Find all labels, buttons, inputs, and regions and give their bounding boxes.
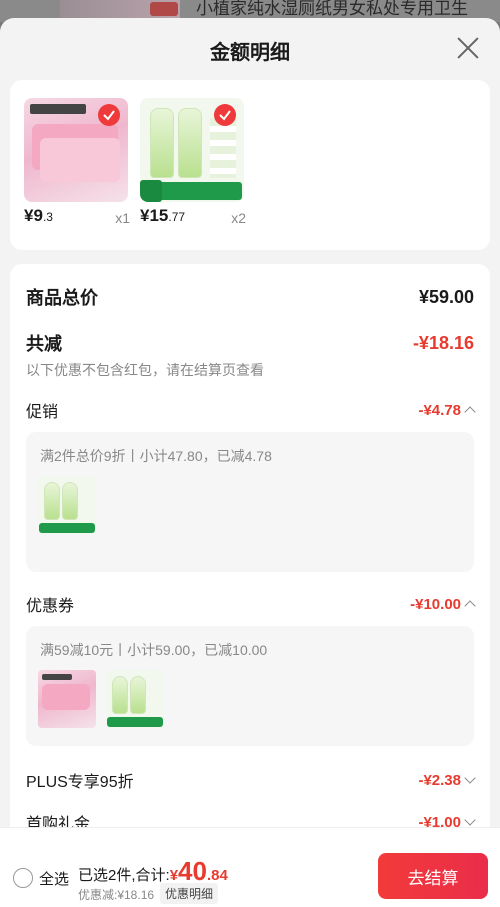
product-quantity: x1: [115, 210, 130, 226]
wipes-pack-shape: [40, 138, 120, 182]
product-banner-shape: [107, 717, 163, 727]
coupon-label: 优惠券: [26, 598, 75, 615]
price-integer: 15: [149, 206, 169, 225]
brand-logo-icon: [42, 674, 72, 680]
selected-check-icon: [98, 104, 120, 126]
product-image-axe: [140, 98, 244, 202]
sheet-title: 金额明细: [210, 42, 290, 64]
reduce-row: 共减 -¥18.16: [26, 330, 474, 356]
plus-row[interactable]: PLUS专享95折 -¥2.38: [26, 768, 476, 792]
promo-label: 促销: [26, 404, 59, 421]
price-decimal: .77: [168, 210, 186, 224]
product-banner-shape: [39, 523, 95, 533]
checkout-button[interactable]: 去结算: [378, 853, 488, 899]
plus-label: PLUS专享95折: [26, 774, 134, 791]
background-product-title: 小植家纯水湿厕纸男女私处专用卫生: [196, 0, 468, 18]
bottle-shape: [44, 482, 60, 520]
coupon-detail-box: 满59减10元丨小计59.00，已减10.00: [26, 626, 474, 746]
chevron-down-icon: [464, 772, 476, 784]
sheet-header: 金额明细: [0, 18, 500, 80]
feature-list-shape: [210, 118, 236, 178]
select-all-radio[interactable]: [13, 868, 33, 888]
total-currency: ¥: [169, 867, 179, 884]
checkout-bar: 全选 已选2件,合计: ¥ 40 .84 优惠减:¥18.16 优惠明细 去结算: [0, 827, 500, 907]
total-value: ¥59.00: [418, 286, 474, 307]
promo-detail-box: 满2件总价9折丨小计47.80，已减4.78: [26, 432, 474, 572]
select-all-label[interactable]: 全选: [39, 868, 69, 889]
total-decimal: .84: [206, 867, 228, 884]
coupon-product-thumb-wipes: [38, 670, 96, 728]
product-price: ¥15.77: [140, 206, 185, 226]
amount-detail-sheet: 金额明细 ¥9.3 x1 ¥15.77 x2 商品总价 ¥59.00 共减 -¥…: [0, 18, 500, 907]
product-item-wipes[interactable]: ¥9.3 x1: [24, 98, 130, 228]
discount-detail-toggle[interactable]: 优惠明细: [160, 883, 219, 904]
products-card: ¥9.3 x1 ¥15.77 x2: [10, 80, 490, 250]
chevron-down-icon: [464, 814, 476, 826]
genuine-badge-icon: [140, 180, 162, 202]
brand-logo-icon: [30, 104, 86, 114]
selected-count-text: 已选2件,合计:: [78, 867, 170, 884]
product-quantity: x2: [231, 210, 246, 226]
background-tag: [150, 2, 178, 16]
price-decimal: .3: [42, 210, 53, 224]
bottle-shape: [62, 482, 78, 520]
coupon-value: -¥10.00: [410, 595, 461, 613]
bottle-shape: [112, 676, 128, 714]
product-price: ¥9.3: [24, 206, 53, 226]
bottle-shape: [178, 108, 202, 178]
plus-value: -¥2.38: [418, 771, 461, 789]
coupon-row[interactable]: 优惠券 -¥10.00: [26, 592, 476, 616]
price-integer: 9: [33, 206, 43, 225]
chevron-up-icon: [464, 406, 476, 418]
selected-check-icon: [214, 104, 236, 126]
total-row: 商品总价 ¥59.00: [26, 284, 474, 310]
coupon-value-wrap: -¥10.00: [410, 595, 476, 613]
saved-amount: 优惠减:¥18.16: [78, 888, 155, 902]
bottle-shape: [150, 108, 174, 178]
promo-value-wrap: -¥4.78: [418, 401, 476, 419]
price-detail-card: 商品总价 ¥59.00 共减 -¥18.16 以下优惠不包含红包，请在结算页查看…: [10, 264, 490, 844]
promo-row[interactable]: 促销 -¥4.78: [26, 398, 476, 422]
reduce-value: -¥18.16: [412, 332, 474, 353]
product-image-wipes: [24, 98, 128, 202]
coupon-detail-text: 满59减10元丨小计59.00，已减10.00: [40, 642, 268, 658]
promo-product-thumb: [38, 476, 96, 534]
close-icon[interactable]: [456, 36, 480, 60]
promo-value: -¥4.78: [418, 401, 461, 419]
product-item-axe[interactable]: ¥15.77 x2: [140, 98, 246, 228]
total-label: 商品总价: [26, 288, 98, 308]
wipes-pack-shape: [42, 684, 90, 710]
coupon-product-thumb-axe: [106, 670, 164, 728]
chevron-up-icon: [464, 600, 476, 612]
plus-value-wrap: -¥2.38: [418, 771, 476, 789]
bottle-shape: [130, 676, 146, 714]
discount-note: 以下优惠不包含红包，请在结算页查看: [26, 362, 264, 378]
reduce-label: 共减: [26, 334, 62, 354]
promo-detail-text: 满2件总价9折丨小计47.80，已减4.78: [40, 448, 272, 464]
